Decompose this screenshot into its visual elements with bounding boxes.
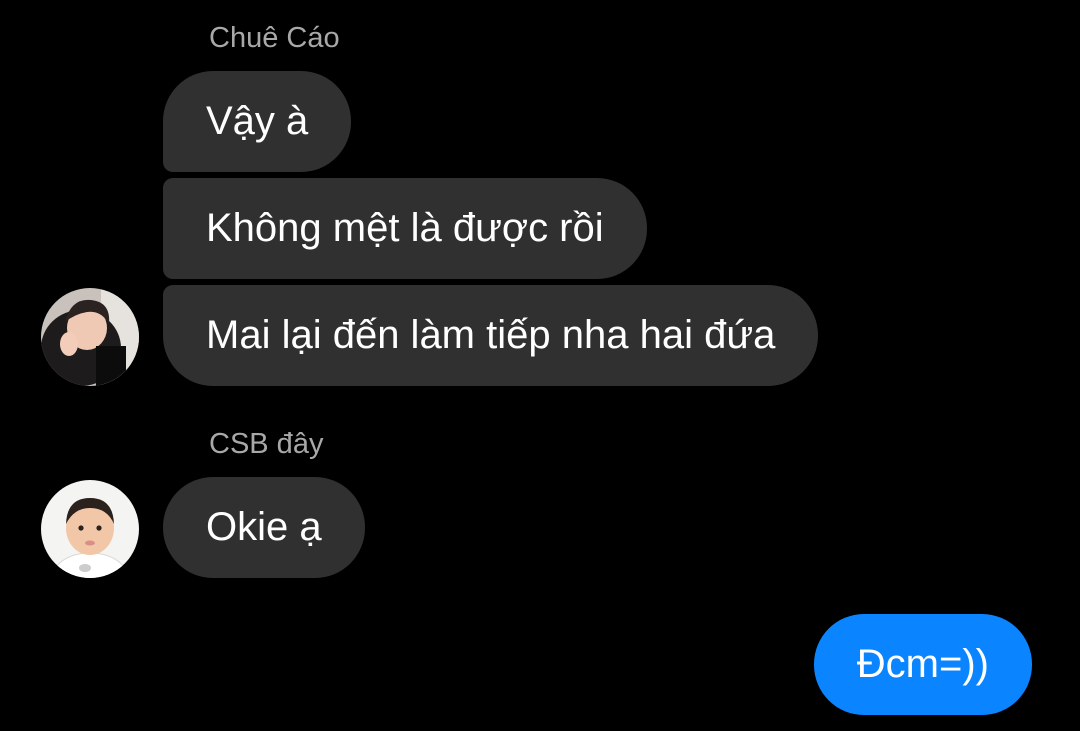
message-text: Không mệt là được rồi <box>206 206 604 250</box>
message-text: Okie ạ <box>206 505 322 549</box>
message-bubble[interactable]: Mai lại đến làm tiếp nha hai đứa <box>163 285 819 386</box>
message-text: Vậy à <box>206 99 309 143</box>
user-avatar-icon[interactable] <box>41 288 139 386</box>
message-bubble[interactable]: Vậy à <box>163 71 352 172</box>
child-avatar-icon[interactable] <box>41 480 139 578</box>
message-text: Đcm=)) <box>856 642 989 686</box>
outgoing-message-bubble[interactable]: Đcm=)) <box>813 614 1032 715</box>
message-text: Mai lại đến làm tiếp nha hai đứa <box>206 313 776 357</box>
message-bubble[interactable]: Không mệt là được rồi <box>163 178 647 279</box>
sender-name-chue-cao: Chuê Cáo <box>209 22 340 54</box>
message-bubble[interactable]: Okie ạ <box>163 477 365 578</box>
sender-name-csb-day: CSB đây <box>209 428 324 460</box>
